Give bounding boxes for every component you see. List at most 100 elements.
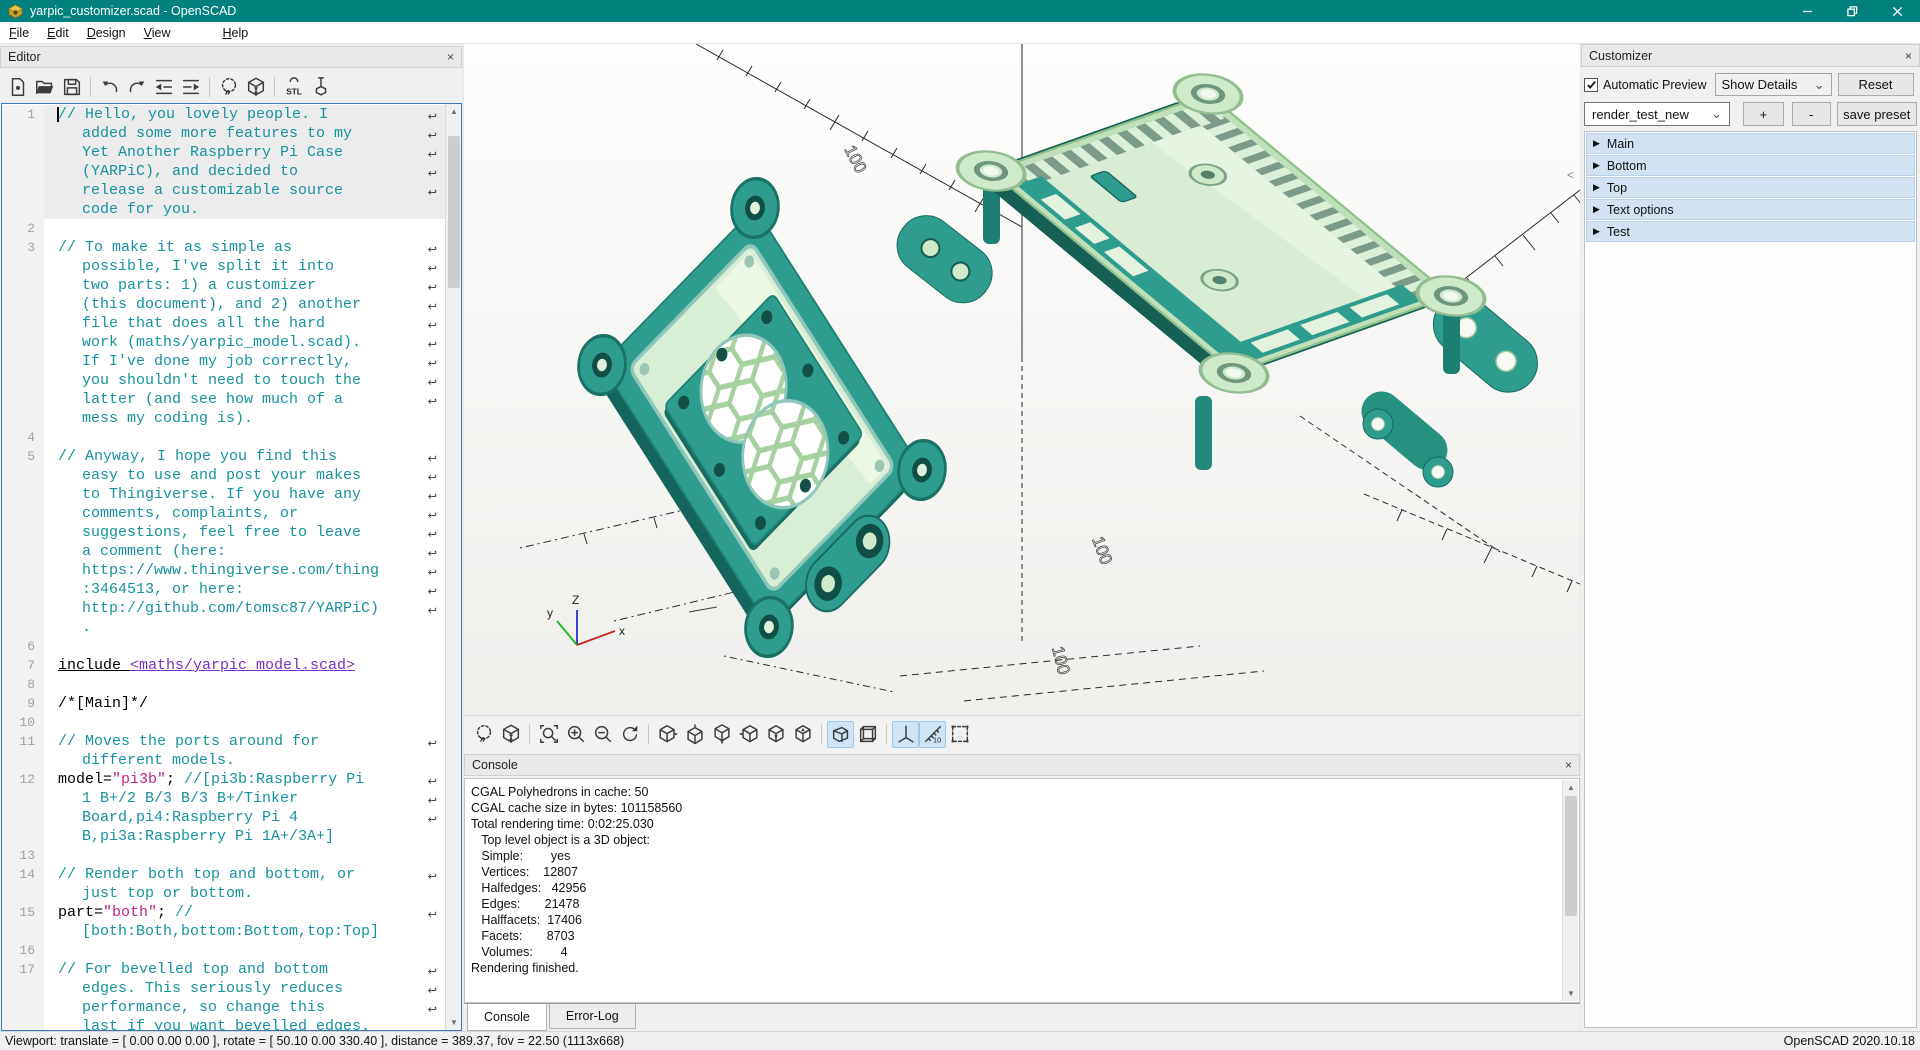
code-line-5-wrap6[interactable]: https://www.thingiverse.com/thing↩ [2, 561, 445, 580]
menu-view[interactable]: View [135, 22, 180, 44]
new-file-icon[interactable] [4, 74, 31, 101]
view-back-icon[interactable] [789, 721, 816, 748]
code-line-2[interactable]: 2 [2, 219, 445, 238]
section-main[interactable]: ▶Main [1586, 133, 1915, 154]
console-scrollbar[interactable]: ▲ ▼ [1562, 780, 1578, 1001]
code-line-12[interactable]: 12model="pi3b"; //[pi3b:Raspberry Pi↩ [2, 770, 445, 789]
code-line-1-wrap2[interactable]: Yet Another Raspberry Pi Case↩ [2, 143, 445, 162]
redo-icon[interactable] [123, 74, 150, 101]
undo-icon[interactable] [96, 74, 123, 101]
automatic-preview-checkbox[interactable] [1584, 78, 1598, 92]
code-line-10[interactable]: 10 [2, 713, 445, 732]
preview-icon[interactable]: » [215, 74, 242, 101]
tab-error-log[interactable]: Error-Log [549, 1004, 636, 1029]
section-text-options[interactable]: ▶Text options [1586, 199, 1915, 220]
scroll-up-icon[interactable]: ▲ [446, 104, 462, 119]
code-line-1-wrap5[interactable]: code for you. [2, 200, 445, 219]
code-line-11-wrap1[interactable]: different models. [2, 751, 445, 770]
editor-scrollbar[interactable]: ▲ ▼ [445, 104, 461, 1030]
customizer-close-icon[interactable]: × [1905, 50, 1912, 62]
reset-button[interactable]: Reset [1838, 73, 1914, 96]
code-line-5-wrap8[interactable]: http://github.com/tomsc87/YARPiC)↩ [2, 599, 445, 618]
code-line-5-wrap3[interactable]: comments, complaints, or↩ [2, 504, 445, 523]
close-button-icon[interactable] [1875, 0, 1920, 22]
code-line-3-wrap9[interactable]: mess my coding is). [2, 409, 445, 428]
splitter-collapse-icon[interactable]: < [1567, 168, 1574, 182]
show-details-dropdown[interactable]: Show Details ⌄ [1715, 73, 1832, 96]
code-line-5-wrap9[interactable]: . [2, 618, 445, 637]
section-test[interactable]: ▶Test [1586, 221, 1915, 242]
preset-add-button[interactable]: + [1743, 102, 1784, 126]
preset-combo[interactable]: render_test_new ⌄ [1584, 102, 1730, 126]
code-line-5[interactable]: 5// Anyway, I hope you find this↩ [2, 447, 445, 466]
menu-design[interactable]: Design [78, 22, 135, 44]
preset-remove-button[interactable]: - [1792, 102, 1831, 126]
view-top-icon[interactable] [681, 721, 708, 748]
code-line-11[interactable]: 11// Moves the ports around for↩ [2, 732, 445, 751]
minimize-button-icon[interactable] [1785, 0, 1830, 22]
code-line-5-wrap1[interactable]: easy to use and post your makes↩ [2, 466, 445, 485]
code-line-17[interactable]: 17// For bevelled top and bottom↩ [2, 960, 445, 979]
menu-help[interactable]: Help [214, 22, 258, 44]
code-line-3-wrap6[interactable]: If I've done my job correctly,↩ [2, 352, 445, 371]
code-line-9[interactable]: 9/*[Main]*/ [2, 694, 445, 713]
code-line-12-wrap1[interactable]: 1 B+/2 B/3 B/3 B+/Tinker↩ [2, 789, 445, 808]
section-top[interactable]: ▶Top [1586, 177, 1915, 198]
code-editor[interactable]: 1// Hello, you lovely people. I↩added so… [1, 103, 462, 1031]
code-line-3-wrap3[interactable]: (this document), and 2) another↩ [2, 295, 445, 314]
console-scrollbar-thumb[interactable] [1565, 796, 1577, 916]
zoom-in-icon[interactable] [562, 721, 589, 748]
code-line-6[interactable]: 6 [2, 637, 445, 656]
editor-close-icon[interactable]: × [447, 51, 454, 63]
section-bottom[interactable]: ▶Bottom [1586, 155, 1915, 176]
open-icon[interactable] [31, 74, 58, 101]
export-stl-icon[interactable]: STL [280, 74, 307, 101]
code-line-5-wrap4[interactable]: suggestions, feel free to leave↩ [2, 523, 445, 542]
code-line-3-wrap4[interactable]: file that does all the hard↩ [2, 314, 445, 333]
code-line-7[interactable]: 7include <maths/yarpic_model.scad> [2, 656, 445, 675]
code-line-3[interactable]: 3// To make it as simple as↩ [2, 238, 445, 257]
code-line-3-wrap1[interactable]: possible, I've split it into↩ [2, 257, 445, 276]
code-line-12-wrap2[interactable]: Board,pi4:Raspberry Pi 4↩ [2, 808, 445, 827]
code-line-13[interactable]: 13 [2, 846, 445, 865]
code-line-3-wrap5[interactable]: work (maths/yarpic_model.scad).↩ [2, 333, 445, 352]
console-close-icon[interactable]: × [1565, 759, 1572, 771]
viewport-canvas[interactable]: 100 100 100 100 [464, 44, 1580, 715]
send-3d-icon[interactable] [307, 74, 334, 101]
unindent-icon[interactable] [150, 74, 177, 101]
render-icon[interactable] [497, 721, 524, 748]
viewport-3d[interactable]: 100 100 100 100 [464, 44, 1580, 715]
perspective-icon[interactable] [827, 721, 854, 748]
code-line-1-wrap3[interactable]: (YARPiC), and decided to↩ [2, 162, 445, 181]
view-bottom-icon[interactable] [708, 721, 735, 748]
code-line-17-wrap2[interactable]: performance, so change this↩ [2, 998, 445, 1017]
code-line-5-wrap2[interactable]: to Thingiverse. If you have any↩ [2, 485, 445, 504]
code-line-16[interactable]: 16 [2, 941, 445, 960]
code-line-1-wrap1[interactable]: added some more features to my↩ [2, 124, 445, 143]
console-output[interactable]: CGAL Polyhedrons in cache: 50CGAL cache … [464, 778, 1580, 1003]
preview-icon[interactable]: » [470, 721, 497, 748]
code-line-17-wrap3[interactable]: last if you want bevelled edges. [2, 1017, 445, 1031]
orthographic-icon[interactable] [854, 721, 881, 748]
editor-scrollbar-thumb[interactable] [448, 136, 460, 288]
save-preset-button[interactable]: save preset [1837, 102, 1917, 126]
view-front-icon[interactable] [762, 721, 789, 748]
scroll-up-icon[interactable]: ▲ [1563, 780, 1579, 795]
code-line-3-wrap8[interactable]: latter (and see how much of a↩ [2, 390, 445, 409]
code-line-14[interactable]: 14// Render both top and bottom, or↩ [2, 865, 445, 884]
restore-button-icon[interactable] [1830, 0, 1875, 22]
menu-edit[interactable]: Edit [38, 22, 78, 44]
code-line-1[interactable]: 1// Hello, you lovely people. I↩ [2, 105, 445, 124]
indent-icon[interactable] [177, 74, 204, 101]
save-icon[interactable] [58, 74, 85, 101]
show-scale-icon[interactable]: 10 [919, 721, 946, 748]
code-line-3-wrap7[interactable]: you shouldn't need to touch the↩ [2, 371, 445, 390]
view-left-icon[interactable] [735, 721, 762, 748]
scroll-down-icon[interactable]: ▼ [1563, 986, 1579, 1001]
code-line-1-wrap4[interactable]: release a customizable source↩ [2, 181, 445, 200]
menu-file[interactable]: File [0, 22, 38, 44]
code-line-8[interactable]: 8 [2, 675, 445, 694]
zoom-out-icon[interactable] [589, 721, 616, 748]
view-all-icon[interactable] [946, 721, 973, 748]
code-line-5-wrap5[interactable]: a comment (here:↩ [2, 542, 445, 561]
